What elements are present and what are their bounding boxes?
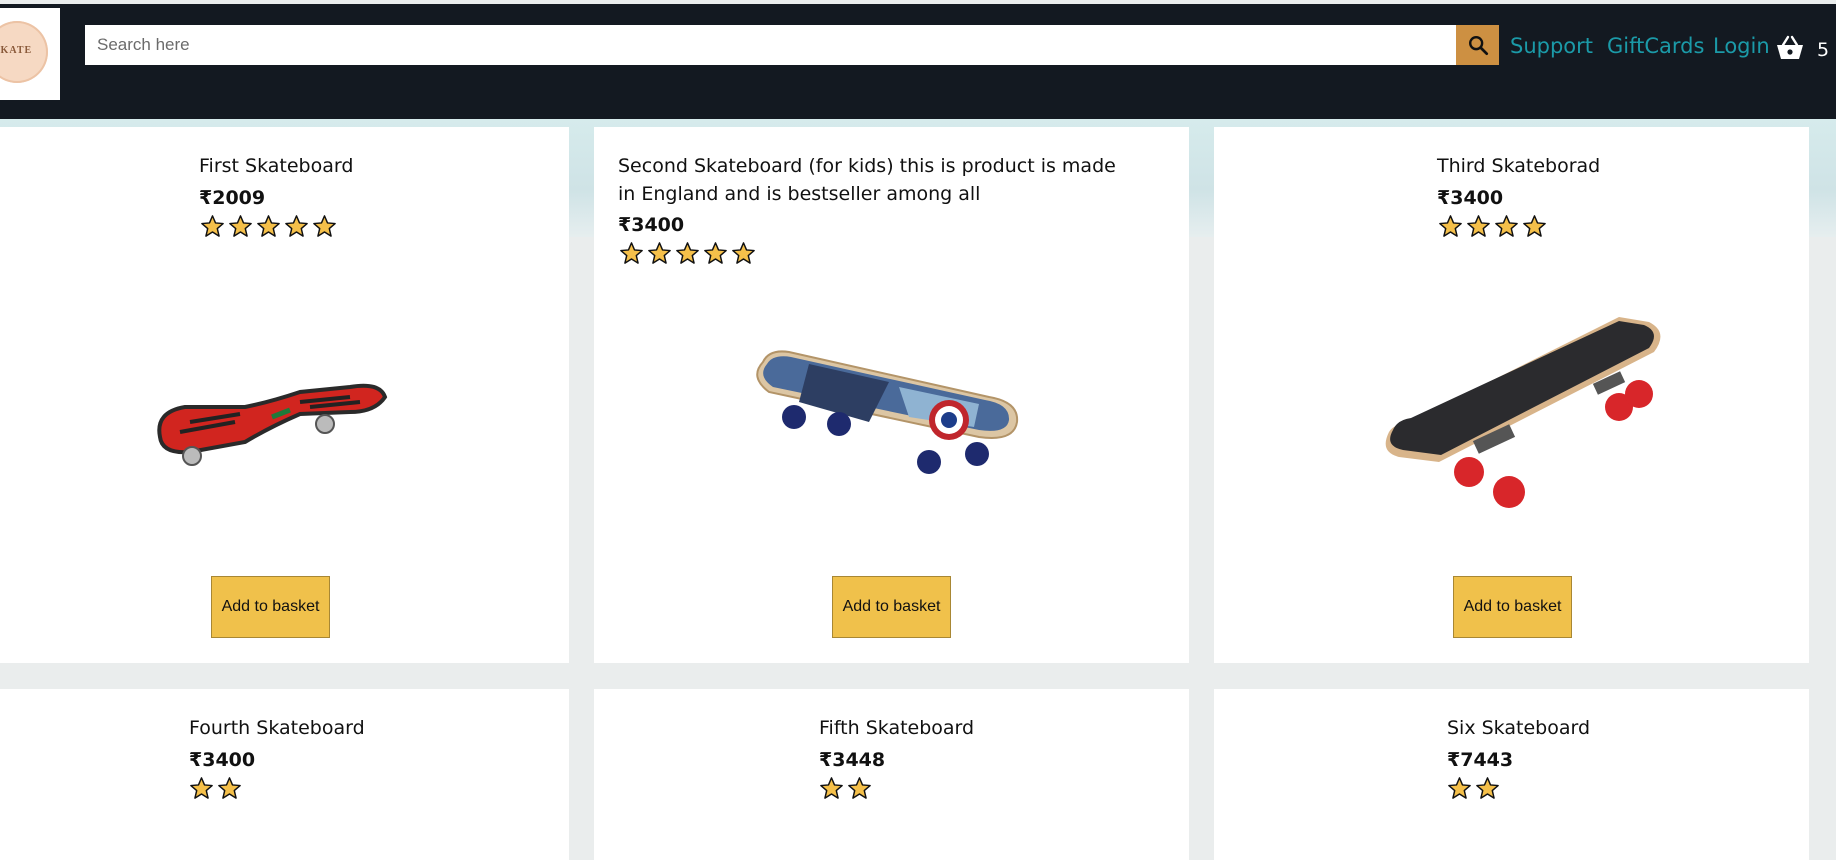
product-image[interactable] — [1379, 312, 1669, 512]
product-title: Fourth Skateboard — [189, 717, 365, 739]
star-icon — [620, 242, 643, 264]
product-price: ₹3400 — [189, 749, 256, 771]
top-navbar: SKATE Support GiftCards Login 5 — [0, 4, 1836, 119]
logo-text: SKATE — [0, 45, 33, 56]
add-to-basket-button[interactable]: Add to basket — [211, 576, 330, 638]
star-icon — [229, 215, 252, 237]
product-price: ₹3400 — [618, 214, 685, 236]
product-image[interactable] — [749, 342, 1029, 482]
star-icon — [257, 215, 280, 237]
product-card: Third Skateborad ₹3400 Add to basket — [1214, 127, 1809, 663]
product-price: ₹2009 — [199, 187, 266, 209]
product-card: Six Skateboard ₹7443 — [1214, 689, 1809, 860]
star-icon — [218, 777, 241, 799]
star-icon — [1495, 215, 1518, 237]
product-rating — [819, 776, 872, 801]
add-to-basket-button[interactable]: Add to basket — [1453, 576, 1572, 638]
product-card: Second Skateboard (for kids) this is pro… — [594, 127, 1189, 663]
product-title: Fifth Skateboard — [819, 717, 975, 739]
search-button[interactable] — [1456, 25, 1499, 65]
star-icon — [313, 215, 336, 237]
star-icon — [190, 777, 213, 799]
product-image[interactable] — [150, 352, 390, 472]
nav-link-login[interactable]: Login — [1713, 34, 1770, 58]
basket-icon — [1777, 35, 1803, 59]
product-rating — [1438, 214, 1547, 239]
add-to-basket-button[interactable]: Add to basket — [832, 576, 951, 638]
star-icon — [1439, 215, 1462, 237]
product-price: ₹7443 — [1447, 749, 1514, 771]
star-icon — [285, 215, 308, 237]
product-rating — [200, 214, 337, 239]
star-icon — [1523, 215, 1546, 237]
product-card: First Skateboard ₹2009 Add to basket — [0, 127, 569, 663]
product-title: Second Skateboard (for kids) this is pro… — [618, 155, 1116, 205]
star-icon — [732, 242, 755, 264]
star-icon — [820, 777, 843, 799]
search-input[interactable] — [85, 25, 1456, 65]
product-title: Six Skateboard — [1447, 717, 1591, 739]
star-icon — [704, 242, 727, 264]
product-card: Fourth Skateboard ₹3400 — [0, 689, 569, 860]
product-rating — [619, 241, 756, 266]
product-title: Third Skateborad — [1437, 155, 1601, 177]
search-icon — [1468, 36, 1488, 56]
basket-button[interactable] — [1775, 34, 1805, 62]
star-icon — [1476, 777, 1499, 799]
nav-link-giftcards[interactable]: GiftCards — [1607, 34, 1704, 58]
product-price: ₹3448 — [819, 749, 886, 771]
star-icon — [848, 777, 871, 799]
star-icon — [201, 215, 224, 237]
basket-count: 5 — [1817, 39, 1830, 61]
nav-link-support[interactable]: Support — [1510, 34, 1593, 58]
star-icon — [648, 242, 671, 264]
star-icon — [676, 242, 699, 264]
product-card: Fifth Skateboard ₹3448 — [594, 689, 1189, 860]
product-rating — [189, 776, 242, 801]
product-rating — [1447, 776, 1500, 801]
star-icon — [1467, 215, 1490, 237]
product-title: First Skateboard — [199, 155, 354, 177]
product-price: ₹3400 — [1437, 187, 1504, 209]
site-logo[interactable]: SKATE — [0, 8, 60, 100]
star-icon — [1448, 777, 1471, 799]
